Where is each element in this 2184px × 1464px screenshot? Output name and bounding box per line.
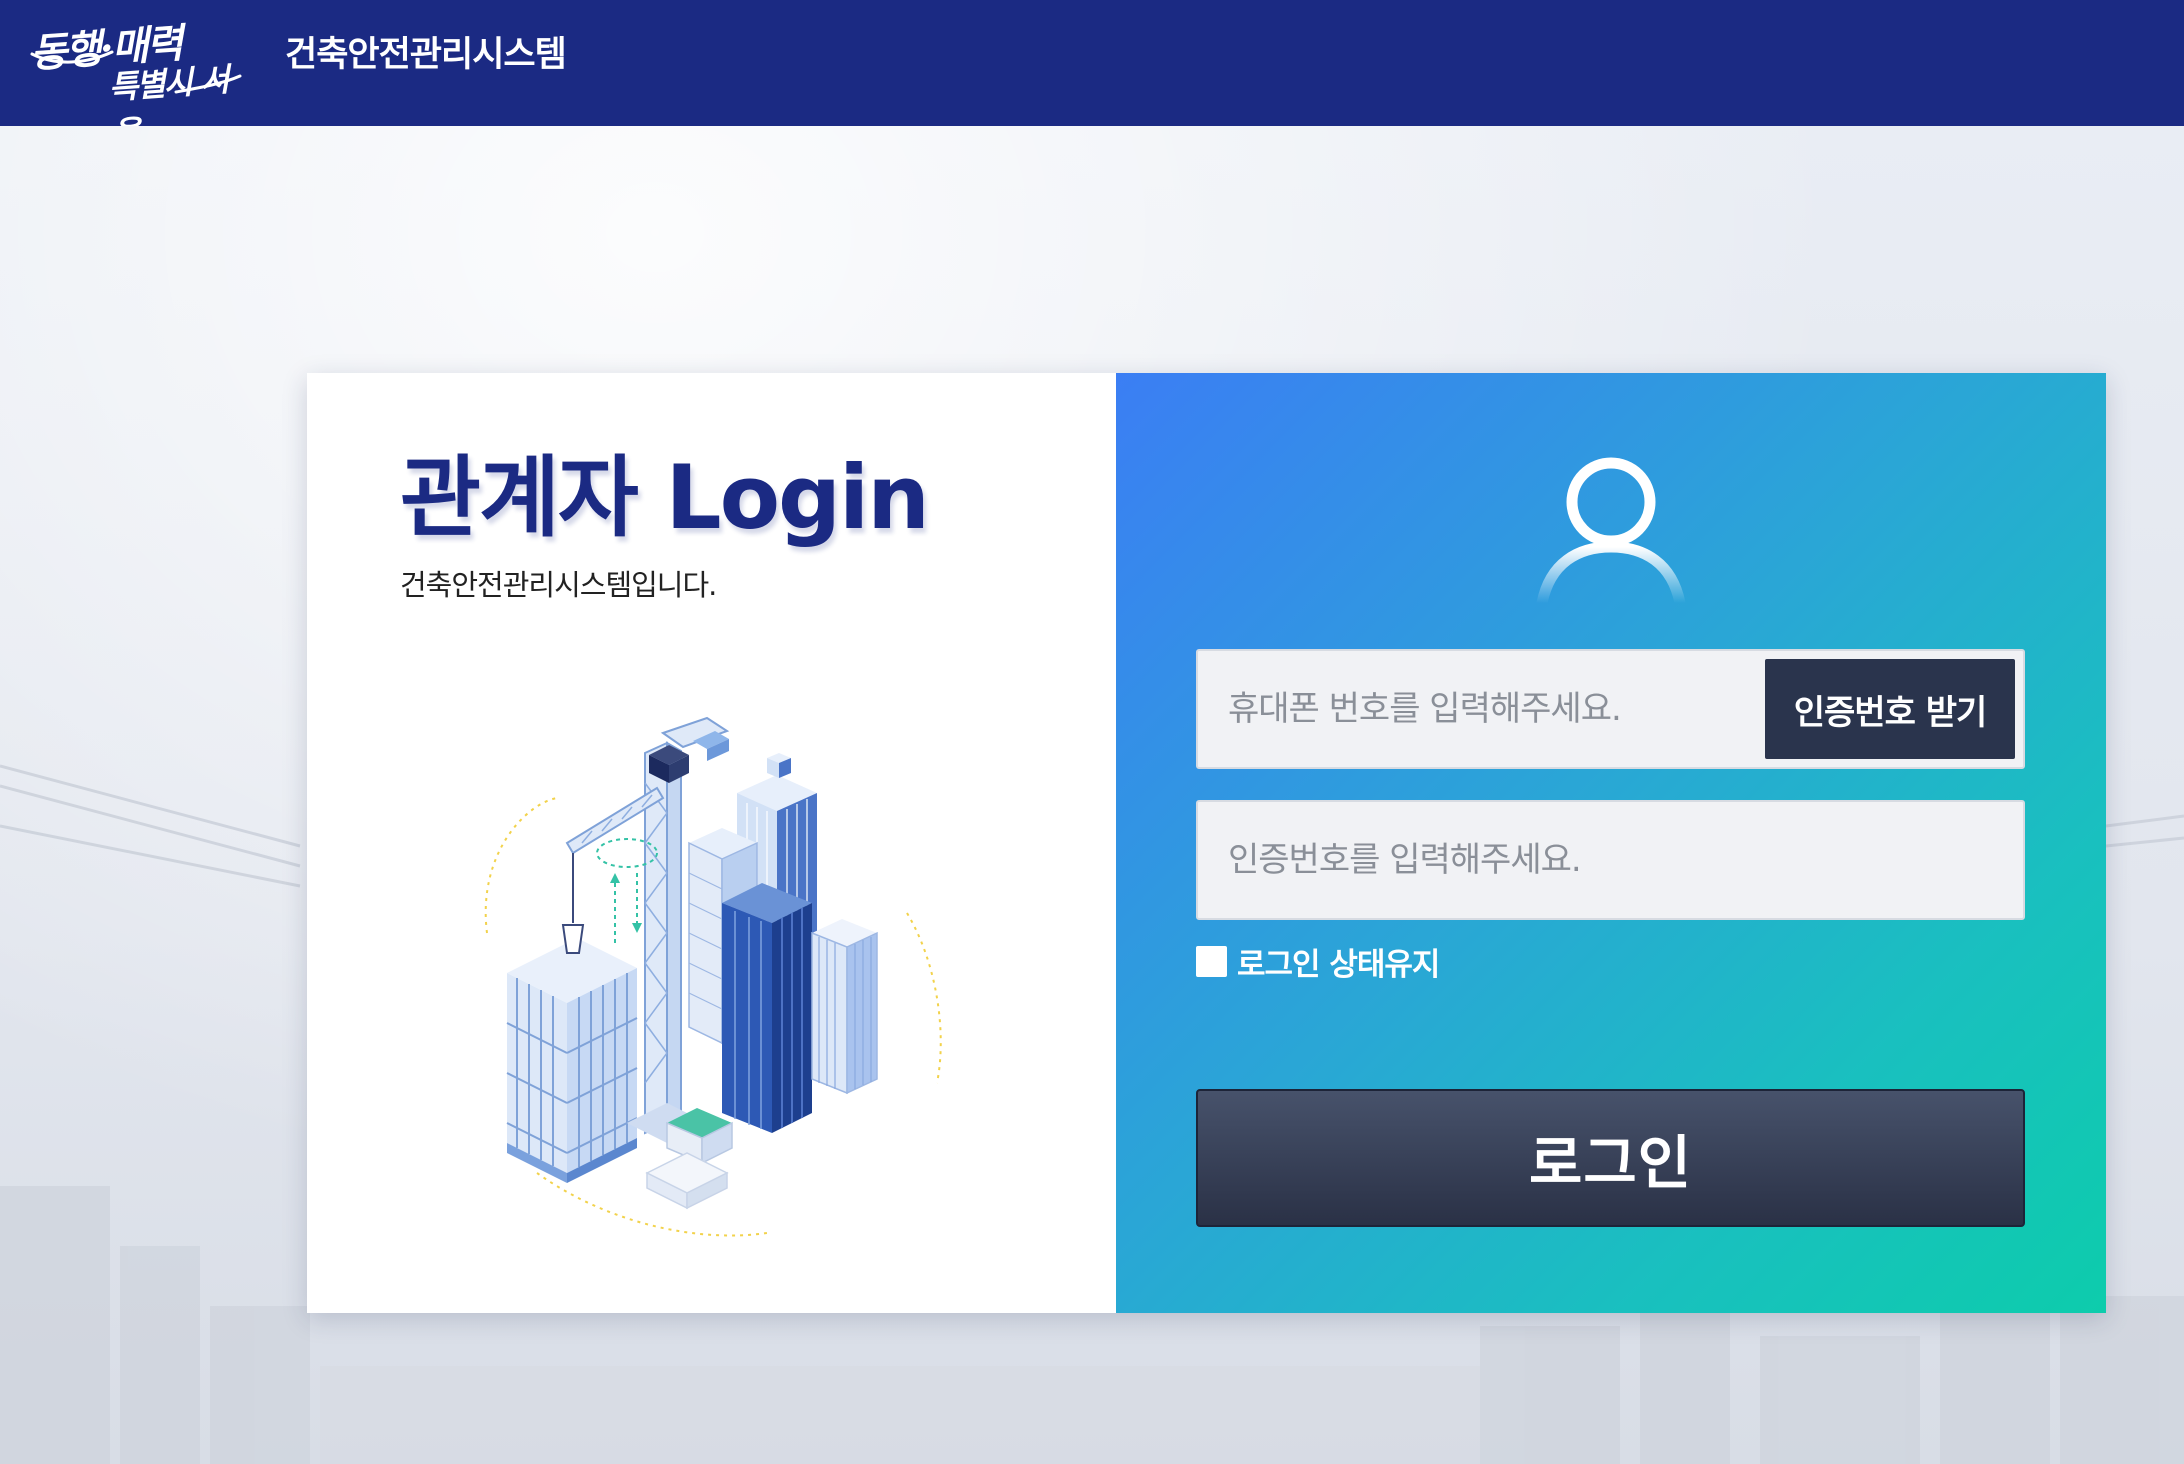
login-title: 관계자 Login [400, 446, 930, 549]
remember-login-checkbox[interactable] [1196, 945, 1227, 977]
login-page: 동행·매력 특별시 서울 건축안전관리시스템 관계자 Login 건축안전관리시… [0, 0, 2184, 1464]
get-verification-code-button[interactable]: 인증번호 받기 [1765, 659, 2015, 759]
remember-login[interactable]: 로그인 상태유지 [1196, 941, 1440, 983]
user-icon [1536, 457, 1686, 605]
seoul-logo[interactable]: 동행·매력 특별시 서울 [26, 14, 246, 153]
code-field [1196, 800, 2025, 920]
login-card: 관계자 Login 건축안전관리시스템입니다. 휴대폰 번호를 입력해주세요. … [307, 373, 2106, 1313]
login-form-panel: 인증번호 받기 로그인 상태유지 로그인 [1116, 373, 2106, 1313]
phone-input[interactable] [1228, 651, 1748, 767]
remember-login-label: 로그인 상태유지 [1237, 946, 1440, 983]
login-button[interactable]: 로그인 [1196, 1089, 2025, 1227]
system-title: 건축안전관리시스템 [285, 35, 567, 75]
phone-field: 인증번호 받기 [1196, 649, 2025, 769]
login-intro-panel: 관계자 Login 건축안전관리시스템입니다. [307, 373, 1116, 1313]
login-subtitle: 건축안전관리시스템입니다. [400, 568, 717, 602]
construction-illustration-icon [484, 716, 942, 1237]
top-header: 동행·매력 특별시 서울 건축안전관리시스템 [0, 0, 2184, 153]
verification-code-input[interactable] [1228, 802, 1748, 918]
